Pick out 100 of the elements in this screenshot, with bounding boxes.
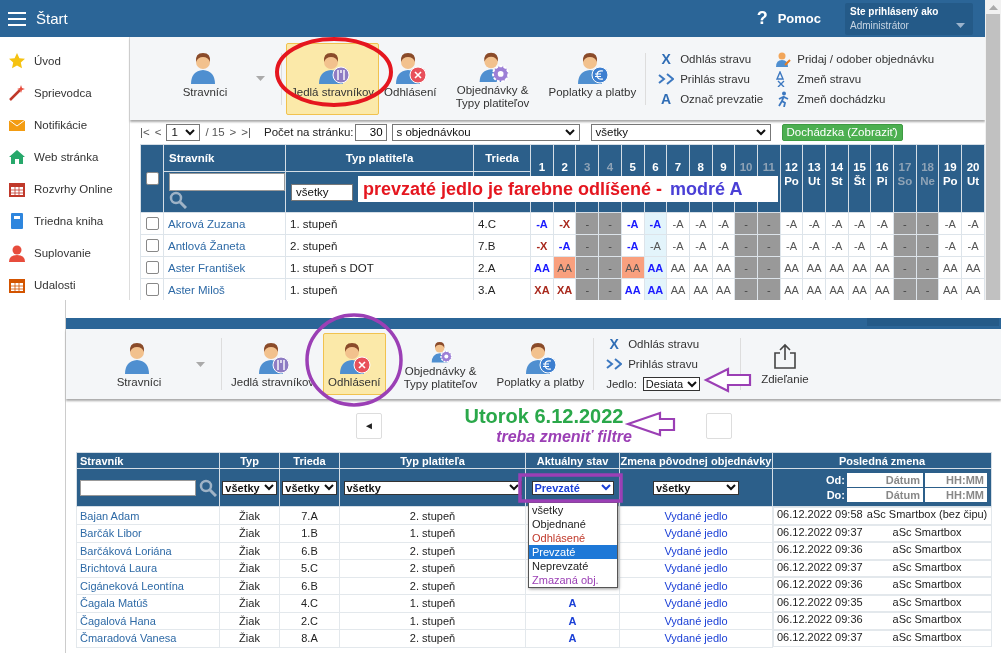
row-checkbox[interactable]: [145, 239, 159, 253]
meal-cell[interactable]: AA: [530, 256, 554, 279]
scrollbar[interactable]: [985, 0, 1001, 300]
chevron-icon[interactable]: [687, 380, 698, 388]
name-link[interactable]: Cigáneková Leontína: [76, 577, 220, 595]
meal-cell[interactable]: -A: [825, 212, 849, 235]
sidebar-item[interactable]: Web stránka: [34, 151, 99, 163]
change-link[interactable]: Vydané jedlo: [619, 524, 773, 542]
payer-filter-select[interactable]: všetky: [291, 183, 354, 201]
meal-cell[interactable]: AA: [825, 256, 849, 279]
action-link[interactable]: Pridaj / odober objednávku: [797, 52, 935, 65]
meal-cell[interactable]: -A: [848, 212, 871, 235]
time-field[interactable]: HH:MM: [925, 488, 987, 502]
meal-cell[interactable]: -X: [553, 212, 576, 235]
select-all-checkbox[interactable]: [145, 172, 159, 186]
meal-cell[interactable]: -X: [530, 234, 554, 257]
letter-icon[interactable]: A: [658, 90, 675, 107]
meal-cell[interactable]: -A: [961, 234, 985, 257]
next-page-link[interactable]: >: [229, 126, 237, 138]
prev-page-link[interactable]: <: [154, 126, 162, 138]
meal-cell[interactable]: AA: [848, 256, 871, 279]
name-link[interactable]: Barčák Libor: [76, 524, 220, 542]
last-page-link[interactable]: >|: [241, 126, 252, 138]
meal-cell[interactable]: -A: [712, 212, 735, 235]
meal-cell[interactable]: -A: [666, 212, 690, 235]
meal-select[interactable]: Desiata: [642, 377, 701, 391]
change-link[interactable]: Vydané jedlo: [619, 577, 773, 595]
person-edit-icon[interactable]: [775, 50, 792, 67]
meal-cell[interactable]: AA: [961, 256, 985, 279]
row-checkbox[interactable]: [145, 217, 159, 231]
time-field[interactable]: HH:MM: [925, 473, 987, 487]
change-link[interactable]: Vydané jedlo: [619, 629, 773, 647]
meal-cell[interactable]: -A: [780, 212, 803, 235]
share-icon[interactable]: [772, 343, 797, 369]
module-button[interactable]: Stravníci: [170, 42, 240, 115]
dropdown-option[interactable]: Neprevzaté: [529, 559, 617, 573]
share-button[interactable]: Zdieľanie: [755, 342, 815, 386]
name-link[interactable]: Antlová Žaneta: [163, 234, 286, 257]
change-link[interactable]: Vydané jedlo: [619, 612, 773, 630]
prev-day-button[interactable]: ◄: [356, 412, 382, 439]
help-link[interactable]: Pomoc: [777, 11, 821, 26]
meal-cell[interactable]: AA: [689, 256, 713, 279]
sidebar-item[interactable]: Rozvrhy Online: [34, 183, 113, 195]
name-link[interactable]: Čmaradová Vanesa: [76, 629, 220, 647]
x-icon[interactable]: X: [658, 50, 675, 67]
meal-cell[interactable]: -A: [553, 234, 576, 257]
meal-cell[interactable]: AA: [712, 256, 735, 279]
chevron-icon[interactable]: [755, 128, 766, 136]
action-link[interactable]: Odhlás stravu: [628, 338, 700, 350]
meal-cell[interactable]: -A: [621, 212, 645, 235]
meal-cell[interactable]: -A: [780, 234, 803, 257]
meal-cell[interactable]: AA: [666, 256, 690, 279]
type-filter-select[interactable]: všetky: [222, 480, 277, 495]
search-icon[interactable]: [199, 478, 217, 497]
name-link[interactable]: Akrová Zuzana: [163, 212, 286, 235]
name-link[interactable]: Čagala Matúš: [76, 594, 220, 612]
meal-cell[interactable]: -A: [621, 234, 645, 257]
sidebar-item[interactable]: Udalosti: [34, 279, 76, 291]
chevron-icon[interactable]: [600, 484, 611, 491]
sidebar-item[interactable]: Notifikácie: [34, 119, 88, 131]
app-title[interactable]: Štart: [36, 10, 68, 27]
per-page-field[interactable]: 30: [354, 123, 387, 141]
dropdown-option[interactable]: Odhlásené: [529, 531, 617, 545]
action-link[interactable]: Prihlás stravu: [680, 72, 750, 85]
caret-icon[interactable]: [196, 361, 205, 367]
name-link[interactable]: Bajan Adam: [76, 506, 220, 525]
chevron-icon[interactable]: [263, 484, 274, 491]
user-menu[interactable]: Ste prihlásený ako Administrátor: [845, 2, 973, 35]
sidebar-item[interactable]: Sprievodca: [34, 87, 92, 99]
name-link[interactable]: Čagalová Hana: [76, 612, 220, 630]
first-page-link[interactable]: |<: [140, 126, 150, 138]
chevron-icon[interactable]: [508, 484, 519, 491]
meal-cell[interactable]: -A: [802, 234, 826, 257]
search-icon[interactable]: [169, 191, 187, 209]
page-select[interactable]: 1: [166, 123, 201, 141]
status-filter-select[interactable]: Prevzaté: [531, 480, 614, 495]
meal-cell[interactable]: AA: [802, 256, 826, 279]
meal-cell[interactable]: -A: [666, 234, 690, 257]
module-button[interactable]: Objednávky & Typy platiteľov: [441, 42, 544, 115]
dropdown-option[interactable]: všetky: [529, 503, 617, 517]
meal-cell[interactable]: AA: [870, 256, 894, 279]
meal-cell[interactable]: -A: [802, 212, 826, 235]
class-filter-select[interactable]: všetky: [282, 480, 337, 495]
name-link[interactable]: Aster František: [163, 256, 286, 279]
meal-cell[interactable]: -A: [938, 234, 962, 257]
sidebar-item[interactable]: Suplovanie: [34, 247, 91, 259]
action-link[interactable]: Zmeň dochádzku: [797, 92, 886, 105]
dropdown-option[interactable]: Prevzaté: [529, 545, 617, 559]
name-search-field[interactable]: [80, 479, 196, 496]
meal-cell[interactable]: -A: [938, 212, 962, 235]
sidebar-item[interactable]: Úvod: [34, 55, 61, 67]
meal-cell[interactable]: -A: [712, 234, 735, 257]
change-link[interactable]: Vydané jedlo: [619, 594, 773, 612]
row-checkbox[interactable]: [145, 261, 159, 275]
meal-cell[interactable]: AA: [938, 256, 962, 279]
chevron-icon[interactable]: [726, 484, 736, 491]
module-button[interactable]: Odhlásení: [379, 42, 442, 115]
chevron-icon[interactable]: [185, 128, 196, 136]
dropdown-option[interactable]: Objednané: [529, 517, 617, 531]
module-button[interactable]: Odhlásení: [323, 333, 386, 395]
